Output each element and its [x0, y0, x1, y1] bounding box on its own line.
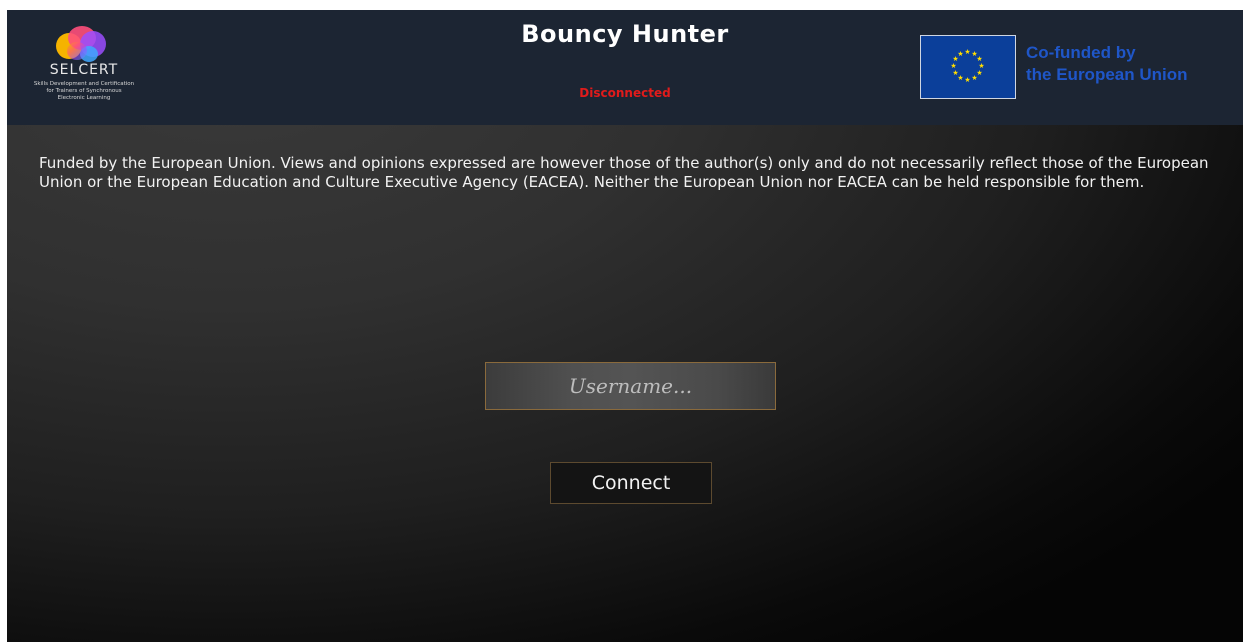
svg-text:★: ★ — [957, 50, 963, 58]
page-title: Bouncy Hunter — [521, 20, 729, 48]
svg-text:★: ★ — [950, 62, 956, 70]
eu-flag-icon: ★ ★ ★ ★ ★ ★ ★ ★ ★ ★ ★ ★ — [920, 35, 1016, 99]
connect-button[interactable]: Connect — [550, 462, 712, 504]
game-window: SELCERT Skills Development and Certifica… — [7, 10, 1243, 642]
connection-status: Disconnected — [579, 86, 671, 100]
brain-logo-icon — [56, 26, 106, 62]
selcert-logo: SELCERT Skills Development and Certifica… — [19, 24, 149, 116]
username-input[interactable] — [485, 362, 776, 410]
eu-cofunded-label: Co-funded by the European Union — [1026, 42, 1236, 86]
funding-disclaimer: Funded by the European Union. Views and … — [39, 154, 1209, 191]
logo-name: SELCERT — [49, 62, 119, 78]
svg-text:★: ★ — [964, 48, 970, 56]
eu-label-line2: the European Union — [1026, 65, 1188, 84]
svg-text:★: ★ — [964, 76, 970, 84]
svg-text:★: ★ — [971, 74, 977, 82]
header-bar: SELCERT Skills Development and Certifica… — [7, 10, 1243, 125]
logo-tagline: Skills Development and Certification for… — [33, 81, 135, 101]
eu-label-line1: Co-funded by — [1026, 43, 1136, 62]
svg-text:★: ★ — [952, 69, 958, 77]
